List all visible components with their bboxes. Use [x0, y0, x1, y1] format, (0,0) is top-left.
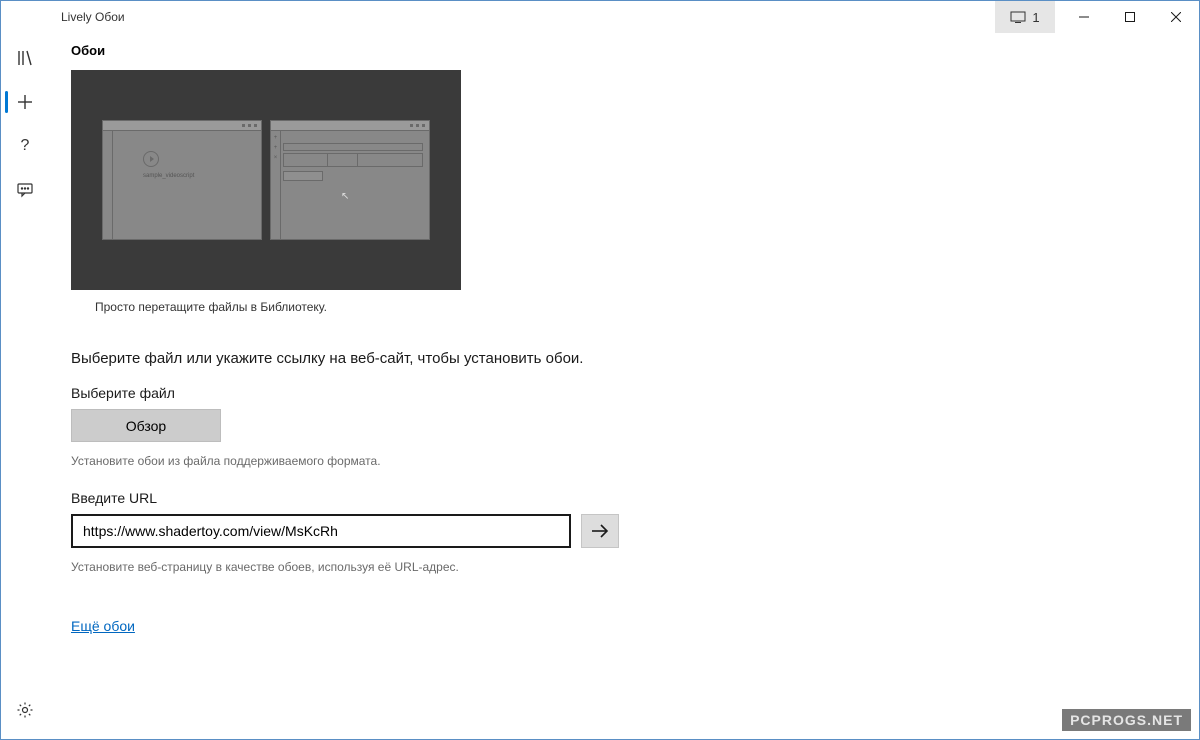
more-wallpapers-link[interactable]: Ещё обои: [71, 618, 135, 634]
sidebar-library[interactable]: [5, 39, 45, 77]
feedback-icon: [16, 181, 34, 199]
sidebar-help[interactable]: ?: [5, 127, 45, 165]
display-count: 1: [1032, 10, 1039, 25]
titlebar: Lively Обои 1: [1, 1, 1199, 33]
gear-icon: [16, 701, 34, 719]
plus-icon: [16, 93, 34, 111]
sidebar-settings[interactable]: [5, 691, 45, 729]
url-submit-button[interactable]: [581, 514, 619, 548]
maximize-icon: [1125, 12, 1135, 22]
close-button[interactable]: [1153, 1, 1199, 33]
file-helper: Установите обои из файла поддерживаемого…: [71, 454, 1175, 468]
sidebar-feedback[interactable]: [5, 171, 45, 209]
section-title: Обои: [71, 43, 1175, 58]
mini-window-right: ++× ↖: [270, 120, 430, 240]
url-label: Введите URL: [71, 490, 1175, 506]
title-controls: 1: [995, 1, 1199, 33]
close-icon: [1171, 12, 1181, 22]
sidebar-add[interactable]: [5, 83, 45, 121]
file-label: Выберите файл: [71, 385, 1175, 401]
library-icon: [16, 49, 34, 67]
arrow-right-icon: [591, 524, 609, 538]
preview-thumbnail: sample_videoscript ++× ↖: [71, 70, 461, 290]
url-row: [71, 514, 1175, 548]
url-input[interactable]: [71, 514, 571, 548]
mini-video-label: sample_videoscript: [143, 173, 194, 179]
main-content: Обои sample_videoscript ++×: [49, 33, 1199, 739]
cursor-icon: ↖: [341, 191, 349, 202]
display-selector[interactable]: 1: [995, 1, 1055, 33]
minimize-icon: [1079, 12, 1089, 22]
app-window: Lively Обои 1 ?: [0, 0, 1200, 740]
mini-window-left: sample_videoscript: [102, 120, 262, 240]
window-title: Lively Обои: [61, 10, 995, 24]
preview-caption: Просто перетащите файлы в Библиотеку.: [95, 300, 1175, 314]
url-helper: Установите веб-страницу в качестве обоев…: [71, 560, 1175, 574]
minimize-button[interactable]: [1061, 1, 1107, 33]
help-icon: ?: [21, 137, 30, 155]
app-body: ? Обои sample_videoscript: [1, 33, 1199, 739]
maximize-button[interactable]: [1107, 1, 1153, 33]
sidebar: ?: [1, 33, 49, 739]
watermark: PCPROGS.NET: [1062, 709, 1191, 731]
instruction-text: Выберите файл или укажите ссылку на веб-…: [71, 350, 1175, 367]
monitor-icon: [1010, 11, 1026, 23]
browse-button[interactable]: Обзор: [71, 409, 221, 442]
